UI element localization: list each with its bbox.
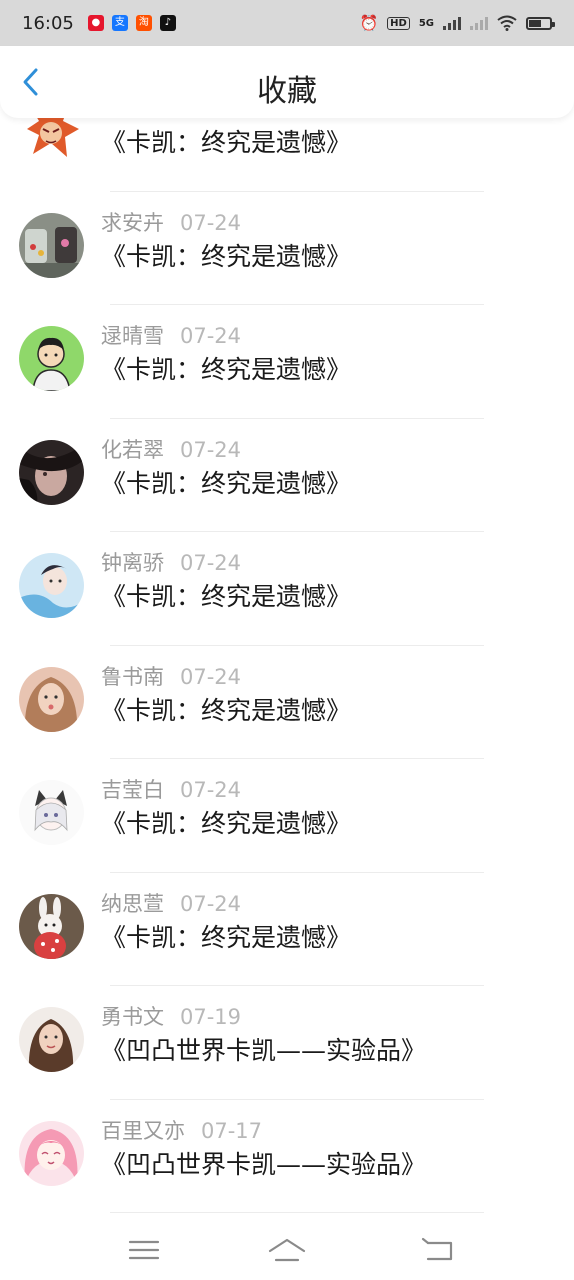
favorite-date: 07-24 — [180, 437, 242, 462]
alarm-icon: ⏰ — [359, 14, 379, 32]
favorite-title[interactable]: 《卡凯：终究是遗憾》 — [101, 237, 351, 273]
status-right-group: ⏰ HD 5G — [359, 14, 555, 32]
favorite-meta: 纳思萱 07-24 — [101, 888, 241, 918]
favorite-title[interactable]: 《卡凯：终究是遗憾》 — [101, 691, 351, 727]
favorites-list: 《卡凯：终究是遗憾》 求安卉 07-24 《卡凯：终究是遗憾》 逯晴雪 07-2… — [0, 100, 574, 1213]
author-name: 化若翠 — [101, 437, 164, 462]
taobao-icon: 淘 — [135, 15, 152, 31]
favorite-title[interactable]: 《卡凯：终究是遗憾》 — [101, 577, 351, 613]
avatar — [19, 553, 84, 618]
favorite-date: 07-24 — [180, 210, 242, 235]
author-name: 钟离骄 — [101, 551, 164, 575]
favorite-meta: 求安卉 07-24 — [101, 207, 241, 237]
favorite-date: 07-24 — [180, 664, 242, 689]
avatar — [19, 212, 84, 278]
favorite-meta: 吉莹白 07-24 — [101, 774, 241, 804]
avatar — [19, 666, 84, 732]
favorite-item[interactable]: 吉莹白 07-24 《卡凯：终究是遗憾》 — [0, 759, 574, 873]
favorite-item[interactable]: 化若翠 07-24 《卡凯：终究是遗憾》 — [0, 419, 574, 532]
favorite-item[interactable]: 求安卉 07-24 《卡凯：终究是遗憾》 — [0, 192, 574, 305]
author-name: 百里又亦 — [101, 1118, 185, 1143]
author-name: 逯晴雪 — [101, 324, 164, 348]
favorite-title[interactable]: 《卡凯：终究是遗憾》 — [101, 350, 351, 386]
favorite-title[interactable]: 《卡凯：终究是遗憾》 — [101, 918, 351, 954]
favorite-item[interactable]: 鲁书南 07-24 《卡凯：终究是遗憾》 — [0, 646, 574, 759]
favorite-date: 07-19 — [180, 1005, 242, 1029]
signal-secondary-icon — [470, 16, 488, 30]
favorite-item[interactable]: 百里又亦 07-17 《凹凸世界卡凯——实验品》 — [0, 1100, 574, 1213]
favorite-meta: 化若翠 07-24 — [101, 434, 241, 464]
favorite-title[interactable]: 《卡凯：终究是遗憾》 — [101, 123, 351, 159]
favorite-title[interactable]: 《凹凸世界卡凯——实验品》 — [101, 1031, 426, 1067]
favorite-date: 07-24 — [180, 324, 242, 348]
page-title: 收藏 — [257, 74, 317, 109]
favorite-date: 07-24 — [180, 891, 242, 916]
favorite-item[interactable]: 纳思萱 07-24 《卡凯：终究是遗憾》 — [0, 873, 574, 986]
avatar — [19, 1120, 84, 1186]
status-time: 16:05 — [22, 12, 74, 34]
menu-icon[interactable] — [124, 1233, 164, 1267]
favorite-date: 07-24 — [180, 778, 242, 802]
favorite-item[interactable]: 钟离骄 07-24 《卡凯：终究是遗憾》 — [0, 532, 574, 646]
tiktok-icon: ♪ — [159, 15, 176, 31]
hd-badge: HD — [387, 16, 410, 30]
favorite-date: 07-24 — [180, 551, 242, 575]
favorite-meta: 钟离骄 07-24 — [101, 547, 241, 577]
divider — [110, 1212, 484, 1213]
favorite-item[interactable]: 逯晴雪 07-24 《卡凯：终究是遗憾》 — [0, 305, 574, 419]
weibo-icon: ● — [87, 15, 104, 31]
avatar — [19, 439, 84, 505]
avatar — [19, 326, 84, 391]
signal-icon — [443, 16, 461, 30]
nav-header: 收藏 — [0, 46, 574, 118]
favorite-item[interactable]: 勇书文 07-19 《凹凸世界卡凯——实验品》 — [0, 986, 574, 1100]
favorite-title[interactable]: 《卡凯：终究是遗憾》 — [101, 804, 351, 840]
alipay-icon: 支 — [111, 15, 128, 31]
status-bar: 16:05 ● 支 淘 ♪ ⏰ HD 5G — [0, 0, 574, 46]
favorite-meta: 百里又亦 07-17 — [101, 1115, 262, 1145]
avatar — [19, 1007, 84, 1072]
back-arrow-icon[interactable] — [418, 1233, 458, 1267]
avatar — [19, 780, 84, 845]
favorite-title[interactable]: 《凹凸世界卡凯——实验品》 — [101, 1145, 426, 1181]
home-icon[interactable] — [267, 1233, 307, 1267]
battery-icon — [526, 16, 555, 30]
author-name: 勇书文 — [101, 1005, 164, 1029]
favorite-meta: 勇书文 07-19 — [101, 1001, 241, 1031]
wifi-icon — [497, 15, 517, 31]
favorite-date: 07-17 — [201, 1118, 263, 1143]
favorite-meta: 鲁书南 07-24 — [101, 661, 241, 691]
network-type-label: 5G — [418, 17, 434, 29]
author-name: 求安卉 — [101, 210, 164, 235]
system-nav-bar — [0, 1220, 574, 1280]
favorite-title[interactable]: 《卡凯：终究是遗憾》 — [101, 464, 351, 500]
author-name: 纳思萱 — [101, 891, 164, 916]
avatar — [19, 893, 84, 959]
author-name: 吉莹白 — [101, 778, 164, 802]
favorite-meta: 逯晴雪 07-24 — [101, 320, 241, 350]
author-name: 鲁书南 — [101, 664, 164, 689]
